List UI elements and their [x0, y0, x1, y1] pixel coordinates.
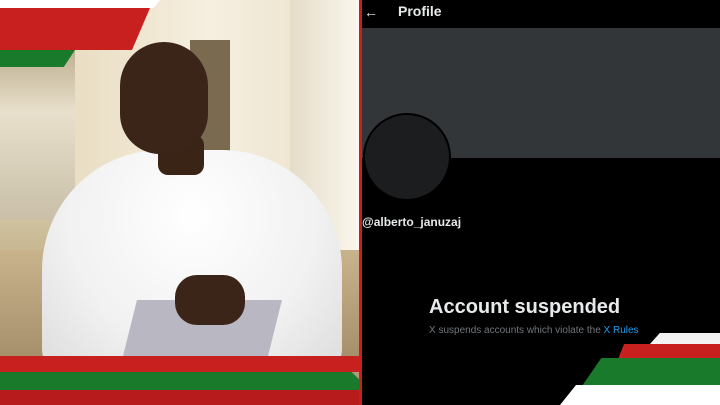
person-hand — [175, 275, 245, 325]
flag-stripe-red-bottom-2 — [0, 390, 360, 405]
flag-stripe-red-top — [0, 8, 150, 50]
profile-handle: @alberto_januzaj — [362, 215, 462, 229]
page-title: Profile — [398, 3, 442, 19]
flag-stripe-green-bottom — [0, 372, 370, 390]
suspended-title: Account suspended — [429, 296, 621, 318]
flag-stripe-red-bottom — [0, 356, 360, 372]
arrow-left-icon[interactable]: ← — [362, 3, 380, 21]
flag-stripe-white-top — [0, 0, 160, 8]
flag-stripe-green-top — [0, 50, 75, 67]
avatar — [363, 113, 451, 201]
background-left — [0, 40, 75, 220]
suspended-note-text: X suspends accounts which violate the — [429, 325, 604, 336]
flag-stripe-green-corner — [582, 358, 720, 386]
flag-stripe-white-corner — [560, 385, 720, 405]
flag-stripe-white-corner-top — [650, 333, 720, 344]
x-rules-link[interactable]: X Rules — [604, 325, 639, 336]
app-header: ← Profile — [362, 0, 720, 26]
suspended-note: X suspends accounts which violate the X … — [429, 325, 639, 336]
person-head — [120, 42, 208, 154]
